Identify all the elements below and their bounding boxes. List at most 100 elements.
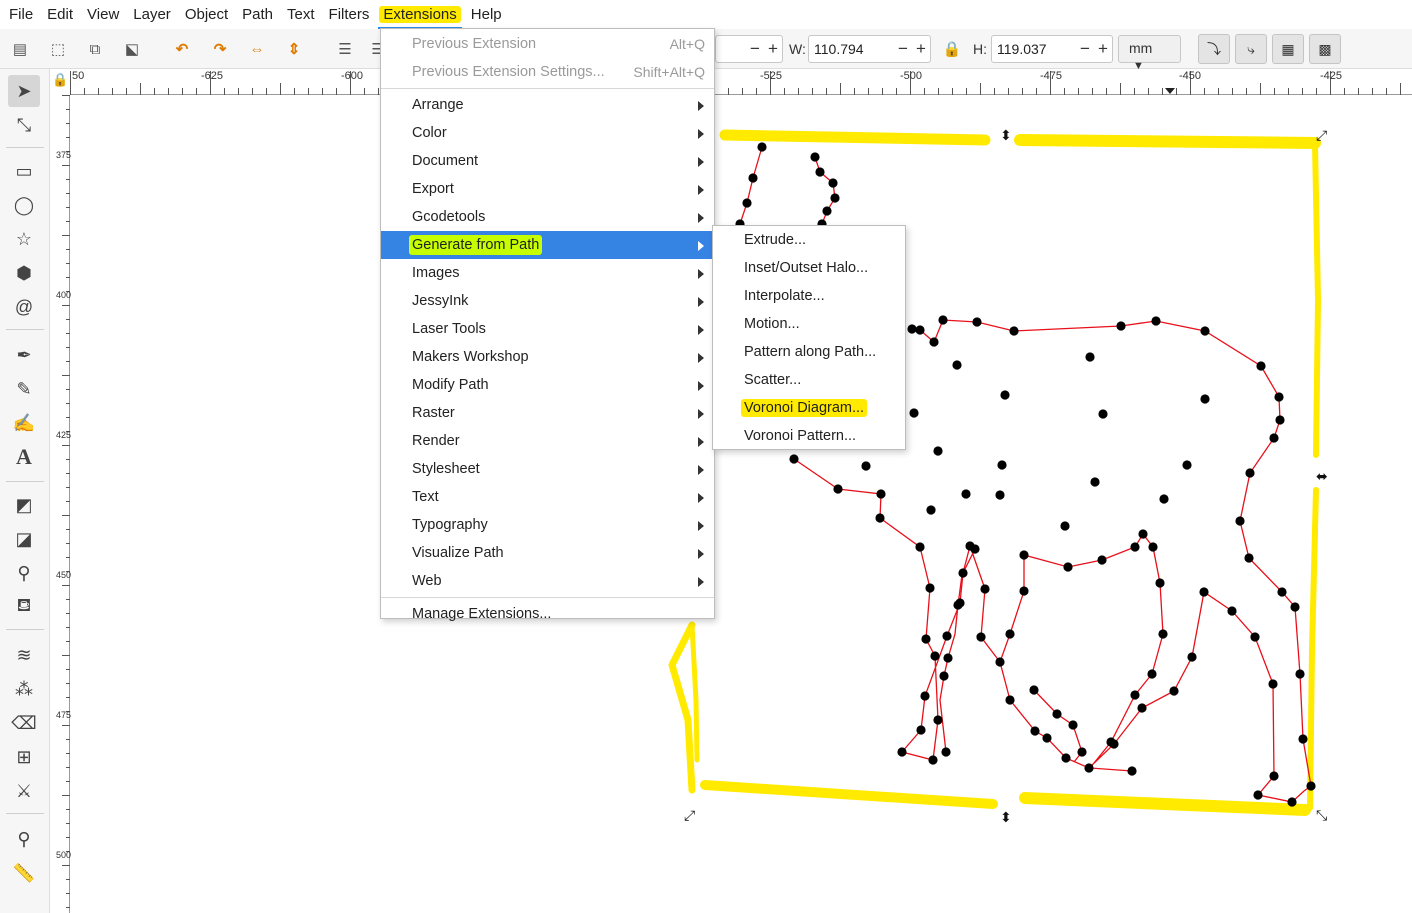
menu-item-modify-path[interactable]: Modify Path	[381, 371, 714, 399]
selector-tool-icon[interactable]: ➤	[8, 75, 40, 107]
select-all-layers-icon[interactable]: ⬚	[46, 37, 70, 61]
vruler-label: 475	[56, 710, 72, 720]
path-node	[970, 544, 980, 554]
menu-item-text[interactable]: Text	[381, 483, 714, 511]
menu-item-arrange[interactable]: Arrange	[381, 91, 714, 119]
menu-item-jessyink[interactable]: JessyInk	[381, 287, 714, 315]
menu-item-web[interactable]: Web	[381, 567, 714, 595]
menu-item-label: Web	[412, 573, 442, 589]
unit-select[interactable]: mm ▼	[1118, 35, 1181, 72]
submenu-item-motion[interactable]: Motion...	[713, 310, 905, 338]
menu-item-generate-from-path[interactable]: Generate from Path	[381, 231, 714, 259]
rotate-cw-icon[interactable]: ↷	[208, 37, 232, 61]
menu-item-typography[interactable]: Typography	[381, 511, 714, 539]
tweak-tool-icon[interactable]: ≋	[8, 639, 40, 671]
tool-separator	[6, 629, 44, 630]
menu-edit[interactable]: Edit	[40, 2, 80, 27]
menu-help[interactable]: Help	[464, 2, 509, 27]
text-tool-icon[interactable]: A	[8, 441, 40, 473]
measure-tool-icon[interactable]: ⚔	[8, 775, 40, 807]
menu-object[interactable]: Object	[178, 2, 235, 27]
menu-view[interactable]: View	[80, 2, 126, 27]
menu-item-previous-extension[interactable]: Previous Extension Alt+Q	[381, 30, 714, 58]
mesh-tool-icon[interactable]: ◪	[8, 523, 40, 555]
menu-item-laser-tools[interactable]: Laser Tools	[381, 315, 714, 343]
raise-to-top-icon[interactable]: ☰	[333, 37, 357, 61]
h-increment-button[interactable]: +	[1094, 39, 1112, 59]
y-spinbox[interactable]: − +	[715, 35, 783, 63]
submenu-item-interpolate[interactable]: Interpolate...	[713, 282, 905, 310]
y-increment-button[interactable]: +	[764, 39, 782, 59]
menu-item-raster[interactable]: Raster	[381, 399, 714, 427]
lock-ratio-icon[interactable]: 🔒	[940, 37, 964, 61]
submenu-item-pattern-along-path[interactable]: Pattern along Path...	[713, 338, 905, 366]
path-node	[938, 315, 948, 325]
w-decrement-button[interactable]: −	[894, 39, 912, 59]
eraser-tool-icon[interactable]: ⌫	[8, 707, 40, 739]
guide-lock-icon[interactable]: 🔒	[52, 72, 70, 92]
h-value[interactable]: 119.037	[992, 41, 1076, 57]
menu-item-export[interactable]: Export	[381, 175, 714, 203]
calligraphy-tool-icon[interactable]: ✍	[8, 407, 40, 439]
path-node	[933, 715, 943, 725]
select-all-icon[interactable]: ▤	[8, 37, 32, 61]
connector-tool-icon[interactable]: ⊞	[8, 741, 40, 773]
menu-item-stylesheet[interactable]: Stylesheet	[381, 455, 714, 483]
submenu-item-voronoi-diagram[interactable]: Voronoi Diagram...	[713, 394, 905, 422]
scale-stroke-button[interactable]: ⤵	[1198, 34, 1230, 64]
menu-text[interactable]: Text	[280, 2, 322, 27]
drawing-canvas[interactable]: ⬍ ⤢ ⬌ ⤡ ⬍ ⤢	[71, 96, 1412, 913]
w-increment-button[interactable]: +	[912, 39, 930, 59]
menu-file[interactable]: File	[2, 2, 40, 27]
menu-item-color[interactable]: Color	[381, 119, 714, 147]
select-same-icon[interactable]: ⧉	[83, 37, 107, 61]
transform-gradients-button[interactable]: ▦	[1272, 34, 1304, 64]
menu-item-previous-extension-settings[interactable]: Previous Extension Settings... Shift+Alt…	[381, 58, 714, 86]
menu-item-gcodetools[interactable]: Gcodetools	[381, 203, 714, 231]
ellipse-tool-icon[interactable]: ◯	[8, 189, 40, 221]
menu-item-visualize-path[interactable]: Visualize Path	[381, 539, 714, 567]
menu-item-images[interactable]: Images	[381, 259, 714, 287]
w-spinbox[interactable]: 110.794 − +	[808, 35, 931, 63]
transform-patterns-button[interactable]: ▩	[1309, 34, 1341, 64]
star-tool-icon[interactable]: ☆	[8, 223, 40, 255]
pencil-tool-icon[interactable]: ✎	[8, 373, 40, 405]
menu-item-render[interactable]: Render	[381, 427, 714, 455]
y-decrement-button[interactable]: −	[746, 39, 764, 59]
inkscape-window: File Edit View Layer Object Path Text Fi…	[0, 0, 1412, 913]
submenu-item-extrude[interactable]: Extrude...	[713, 226, 905, 254]
flip-vertical-icon[interactable]: ⇕	[282, 37, 306, 61]
scale-corners-button[interactable]: ⤷	[1235, 34, 1267, 64]
menu-item-manage-extensions[interactable]: Manage Extensions...	[381, 600, 714, 628]
menu-item-label: Modify Path	[412, 377, 489, 393]
spray-tool-icon[interactable]: ⁂	[8, 673, 40, 705]
menu-filters[interactable]: Filters	[322, 2, 377, 27]
menu-extensions[interactable]: Extensions	[376, 2, 463, 30]
w-value[interactable]: 110.794	[809, 41, 894, 57]
gradient-tool-icon[interactable]: ◩	[8, 489, 40, 521]
menu-item-document[interactable]: Document	[381, 147, 714, 175]
submenu-item-scatter[interactable]: Scatter...	[713, 366, 905, 394]
menu-layer[interactable]: Layer	[126, 2, 178, 27]
pen-tool-icon[interactable]: ✒	[8, 339, 40, 371]
spiral-tool-icon[interactable]: @	[8, 291, 40, 323]
h-decrement-button[interactable]: −	[1076, 39, 1094, 59]
submenu-item-inset-outset-halo[interactable]: Inset/Outset Halo...	[713, 254, 905, 282]
dropper-tool-icon[interactable]: ⚲	[8, 557, 40, 589]
scale-handle-bottom-icon: ⬍	[1000, 810, 1012, 826]
canvas-drawing: ⬍ ⤢ ⬌ ⤡ ⬍ ⤢	[668, 128, 1328, 826]
menu-item-makers-workshop[interactable]: Makers Workshop	[381, 343, 714, 371]
deselect-icon[interactable]: ⬕	[120, 37, 144, 61]
paint-bucket-tool-icon[interactable]: ⛾	[8, 591, 40, 623]
path-node	[1151, 316, 1161, 326]
rotate-ccw-icon[interactable]: ↶	[170, 37, 194, 61]
menu-path[interactable]: Path	[235, 2, 280, 27]
submenu-item-voronoi-pattern[interactable]: Voronoi Pattern...	[713, 422, 905, 450]
flip-horizontal-icon[interactable]: ⇔	[245, 37, 269, 61]
3d-box-tool-icon[interactable]: ⬢	[8, 257, 40, 289]
ruler-tool-icon[interactable]: 📏	[8, 857, 40, 889]
zoom-tool-icon[interactable]: ⚲	[8, 823, 40, 855]
rectangle-tool-icon[interactable]: ▭	[8, 155, 40, 187]
node-tool-icon[interactable]: ⤡	[8, 109, 40, 141]
h-spinbox[interactable]: 119.037 − +	[991, 35, 1113, 63]
